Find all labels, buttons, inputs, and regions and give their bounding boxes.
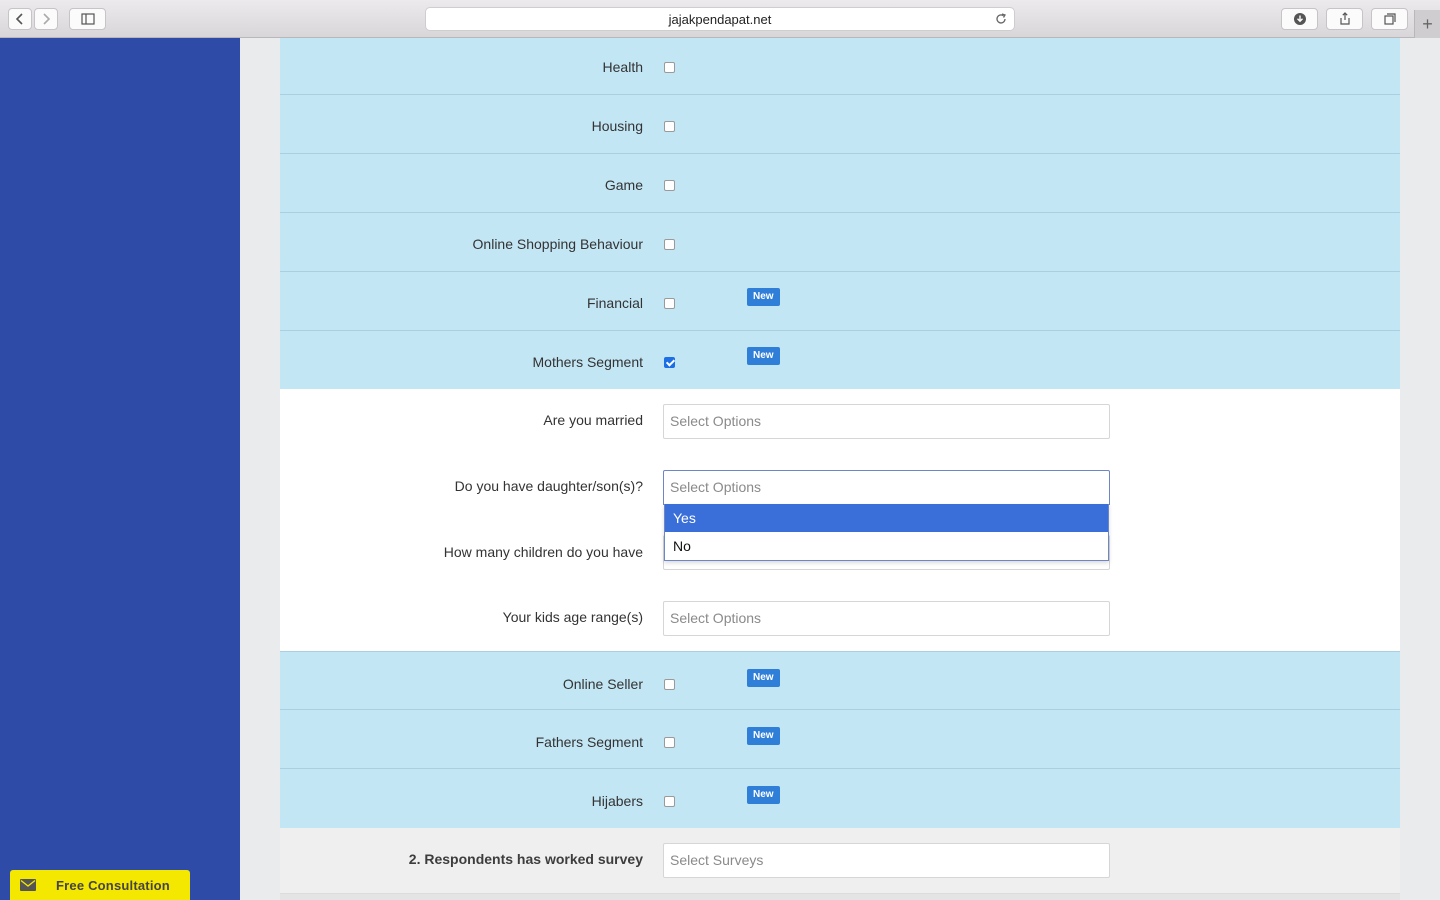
mothers-questions: Are you married Select Options Do you ha… bbox=[280, 389, 1400, 651]
url-text: jajakpendapat.net bbox=[668, 11, 772, 27]
segment-label: Financial bbox=[586, 295, 643, 311]
segment-checkbox-housing[interactable] bbox=[664, 121, 675, 132]
worked-survey-label: 2. Respondents has worked survey bbox=[408, 851, 643, 867]
segment-row-game: Game bbox=[280, 154, 1400, 213]
segment-checkbox-online-shopping[interactable] bbox=[664, 239, 675, 250]
segment-checkbox-fathers[interactable] bbox=[664, 737, 675, 748]
segment-row-online-seller: Online Seller New bbox=[280, 651, 1400, 710]
free-consultation-button[interactable]: Free Consultation bbox=[10, 870, 190, 900]
question-label: Your kids age range(s) bbox=[502, 609, 643, 625]
sidebar bbox=[0, 38, 240, 900]
segment-label: Mothers Segment bbox=[532, 354, 644, 370]
chevron-right-icon bbox=[43, 13, 51, 25]
new-tab-button[interactable]: + bbox=[1414, 10, 1440, 38]
browser-toolbar: jajakpendapat.net + bbox=[0, 0, 1440, 38]
new-badge: New bbox=[747, 727, 780, 745]
segment-row-online-shopping: Online Shopping Behaviour bbox=[280, 213, 1400, 272]
sidebar-toggle-button[interactable] bbox=[69, 8, 106, 30]
married-select[interactable]: Select Options bbox=[663, 404, 1110, 439]
segment-label: Game bbox=[604, 177, 643, 193]
downloads-button[interactable] bbox=[1281, 8, 1318, 30]
mail-icon bbox=[10, 870, 46, 900]
segment-checkbox-online-seller[interactable] bbox=[664, 679, 675, 690]
segment-checkbox-financial[interactable] bbox=[664, 298, 675, 309]
question-label: Do you have daughter/son(s)? bbox=[454, 478, 643, 494]
back-button[interactable] bbox=[8, 8, 32, 30]
question-label: How many children do you have bbox=[443, 544, 643, 560]
new-badge: New bbox=[747, 669, 780, 687]
segment-label: Fathers Segment bbox=[535, 734, 643, 750]
share-button[interactable] bbox=[1326, 8, 1363, 30]
forward-button[interactable] bbox=[34, 8, 58, 30]
segment-row-housing: Housing bbox=[280, 95, 1400, 154]
download-icon bbox=[1293, 13, 1306, 25]
segment-row-health: Health bbox=[280, 38, 1400, 95]
tabs-icon bbox=[1383, 13, 1396, 25]
share-icon bbox=[1339, 12, 1350, 25]
segment-label: Online Seller bbox=[562, 676, 643, 692]
worked-survey-row: 2. Respondents has worked survey Select … bbox=[280, 828, 1400, 894]
new-badge: New bbox=[747, 288, 780, 306]
segment-checkbox-hijabers[interactable] bbox=[664, 796, 675, 807]
new-badge: New bbox=[747, 347, 780, 365]
surveys-select[interactable]: Select Surveys bbox=[663, 843, 1110, 878]
new-badge: New bbox=[747, 786, 780, 804]
segment-row-mothers: Mothers Segment New bbox=[280, 331, 1400, 389]
chevron-left-icon bbox=[15, 13, 23, 25]
question-label: Are you married bbox=[543, 412, 643, 428]
segment-row-financial: Financial New bbox=[280, 272, 1400, 331]
address-bar[interactable]: jajakpendapat.net bbox=[425, 7, 1015, 31]
reload-icon[interactable] bbox=[994, 12, 1008, 26]
plus-icon: + bbox=[1422, 13, 1433, 34]
segment-checkbox-game[interactable] bbox=[664, 180, 675, 191]
segment-label: Hijabers bbox=[591, 793, 643, 809]
segment-row-hijabers: Hijabers New bbox=[280, 769, 1400, 828]
free-consultation-label: Free Consultation bbox=[56, 877, 170, 893]
tabs-overview-button[interactable] bbox=[1371, 8, 1408, 30]
dropdown-option-yes[interactable]: Yes bbox=[665, 504, 1108, 532]
segment-checkbox-health[interactable] bbox=[664, 62, 675, 73]
kids-age-select[interactable]: Select Options bbox=[663, 601, 1110, 636]
children-select[interactable]: Select Options bbox=[663, 470, 1110, 505]
segment-row-fathers: Fathers Segment New bbox=[280, 710, 1400, 769]
sidebar-icon bbox=[80, 13, 95, 25]
segment-label: Housing bbox=[591, 118, 643, 134]
segment-form: Health Housing Game Online Shopping Beha… bbox=[280, 38, 1400, 900]
children-dropdown: Yes No bbox=[664, 504, 1109, 561]
next-section-edge bbox=[280, 894, 1400, 900]
segment-checkbox-mothers[interactable] bbox=[664, 357, 675, 368]
segment-label: Online Shopping Behaviour bbox=[472, 236, 643, 252]
dropdown-option-no[interactable]: No bbox=[665, 532, 1108, 560]
segment-label: Health bbox=[602, 59, 643, 75]
